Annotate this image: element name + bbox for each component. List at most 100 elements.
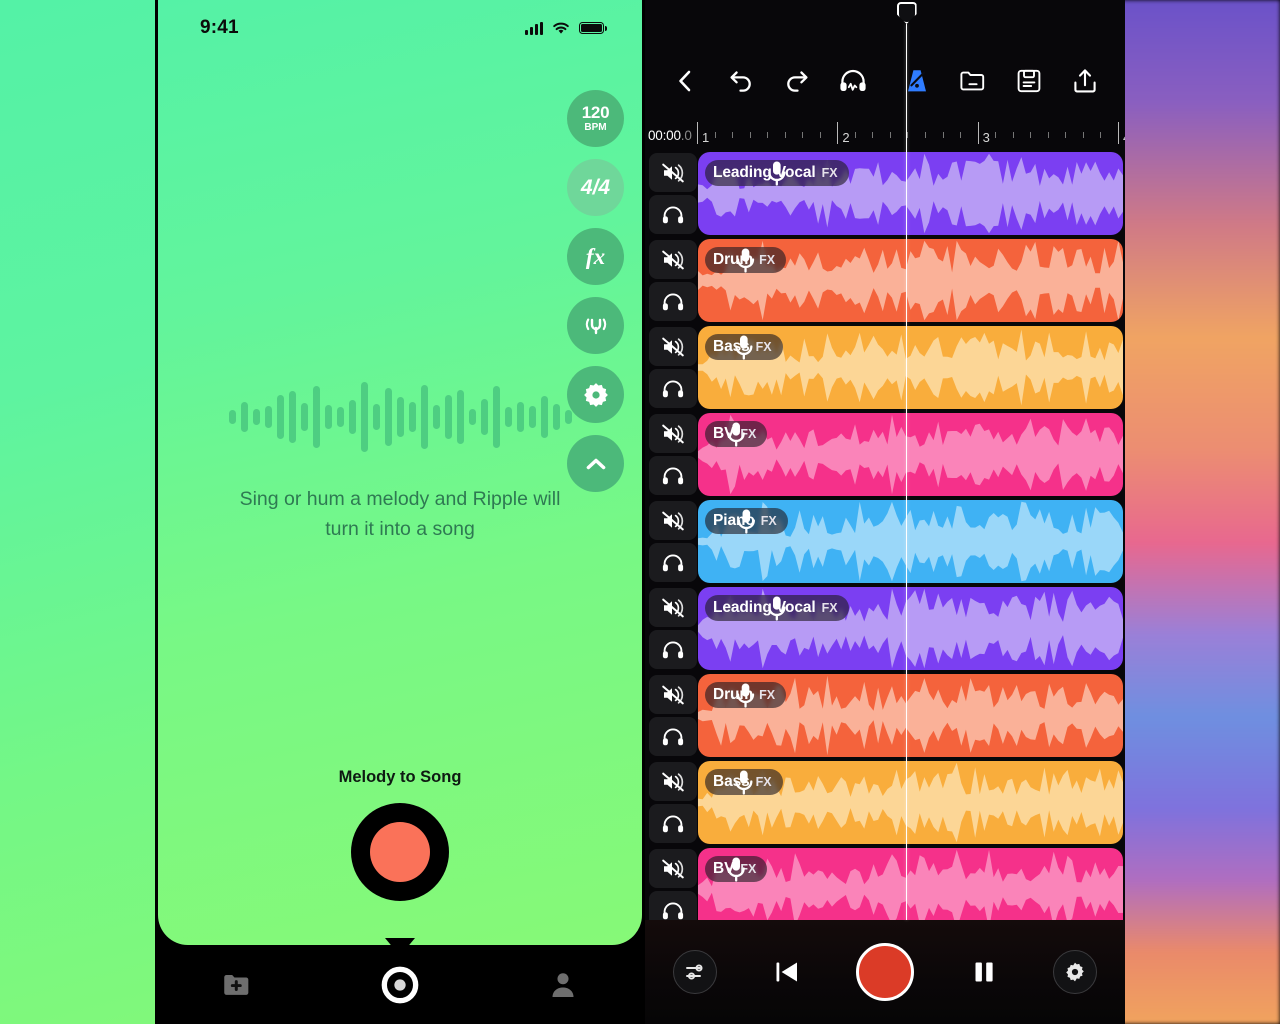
headphones-icon [662, 554, 684, 571]
audio-clip[interactable]: Drum FX [698, 674, 1123, 757]
pause-button[interactable] [962, 950, 1006, 994]
waveform-bar [408, 402, 416, 432]
clip-label[interactable]: BV FX [705, 421, 768, 447]
track-row: Drum FX [645, 237, 1125, 324]
open-project-button[interactable] [957, 65, 989, 97]
export-button[interactable] [1069, 65, 1101, 97]
track-controls [649, 762, 697, 843]
clip-label[interactable]: Leading Vocal FX [705, 595, 849, 621]
track-mute-button[interactable] [649, 849, 697, 888]
track-mute-button[interactable] [649, 327, 697, 366]
clip-label[interactable]: Bass FX [705, 334, 783, 360]
track-controls [649, 327, 697, 408]
clip-label[interactable]: Bass FX [705, 769, 783, 795]
waveform-bar [360, 382, 368, 452]
record-button[interactable] [351, 803, 449, 901]
headphones-monitor-icon [840, 69, 866, 91]
clip-label[interactable]: Piano FX [705, 508, 788, 534]
tab-new-project[interactable] [209, 957, 265, 1013]
timecode-main: 00:00 [648, 128, 681, 143]
track-solo-button[interactable] [649, 456, 697, 495]
bpm-value: 120 [581, 103, 610, 122]
melody-hero: Sing or hum a melody and Ripple will tur… [158, 382, 642, 544]
waveform-bar [444, 395, 452, 439]
rewind-to-start-button[interactable] [765, 950, 809, 994]
track-list: Leading Vocal FX Drum FX Bass FX BV FX Piano FX Le… [645, 150, 1125, 920]
speaker-mute-icon [662, 685, 684, 704]
track-mute-button[interactable] [649, 240, 697, 279]
track-mute-button[interactable] [649, 501, 697, 540]
waveform-bar [420, 385, 428, 449]
hero-prompt: Sing or hum a melody and Ripple will tur… [239, 488, 561, 540]
headphones-icon [662, 815, 684, 832]
cta-title: Melody to Song [338, 768, 462, 786]
vocal-tune-button[interactable] [567, 297, 624, 354]
speaker-mute-icon [662, 424, 684, 443]
audio-clip[interactable]: Bass FX [698, 326, 1123, 409]
track-solo-button[interactable] [649, 630, 697, 669]
melody-to-song-cta: Melody to Song [158, 768, 642, 901]
track-solo-button[interactable] [649, 195, 697, 234]
track-mute-button[interactable] [649, 762, 697, 801]
ruler-sub-tick [802, 132, 804, 138]
track-solo-button[interactable] [649, 282, 697, 321]
audio-clip[interactable]: Leading Vocal FX [698, 152, 1123, 235]
track-controls [649, 153, 697, 234]
time-signature-button[interactable]: 4/4 [567, 159, 624, 216]
phone-screen: 9:41 120 BPM 4/4 fx Sing or hum a melody… [158, 0, 642, 945]
tab-record[interactable] [372, 957, 428, 1013]
track-mute-button[interactable] [649, 675, 697, 714]
headphones-icon [662, 467, 684, 484]
tab-profile[interactable] [535, 957, 591, 1013]
timecode-fraction: .0 [680, 128, 692, 143]
audio-clip[interactable]: Bass FX [698, 761, 1123, 844]
track-solo-button[interactable] [649, 369, 697, 408]
track-mute-button[interactable] [649, 588, 697, 627]
track-controls [649, 849, 697, 920]
bpm-button[interactable]: 120 BPM [567, 90, 624, 147]
waveform-bar [528, 406, 536, 428]
audio-clip[interactable]: Piano FX [698, 500, 1123, 583]
undo-button[interactable] [725, 65, 757, 97]
audio-clip[interactable]: Drum FX [698, 239, 1123, 322]
track-row: Bass FX [645, 759, 1125, 846]
waveform-bar [336, 407, 344, 427]
ruler-bar-tick [1117, 122, 1119, 144]
clip-label[interactable]: Leading Vocal FX [705, 160, 849, 186]
save-button[interactable] [1013, 65, 1045, 97]
skip-back-icon [776, 962, 797, 982]
record-button[interactable] [856, 943, 914, 1001]
ruler-sub-tick [889, 132, 891, 138]
waveform-bar [384, 388, 392, 446]
daw-settings-button[interactable] [1053, 950, 1097, 994]
effects-button[interactable]: fx [567, 228, 624, 285]
clip-label[interactable]: Drum FX [705, 247, 787, 273]
back-button[interactable] [669, 65, 701, 97]
track-solo-button[interactable] [649, 891, 697, 920]
mixer-button[interactable] [673, 950, 717, 994]
waveform-bar [276, 395, 284, 439]
clip-label[interactable]: BV FX [705, 856, 768, 882]
track-solo-button[interactable] [649, 804, 697, 843]
track-solo-button[interactable] [649, 543, 697, 582]
audio-clip[interactable]: BV FX [698, 848, 1123, 920]
ruler-sub-tick [767, 132, 769, 138]
monitor-button[interactable] [837, 65, 869, 97]
waveform-bar [492, 386, 500, 448]
playhead-handle[interactable] [896, 2, 917, 24]
timeline-ruler[interactable]: 00:00.0 1 2 3 4 [645, 112, 1125, 146]
track-solo-button[interactable] [649, 717, 697, 756]
sliders-icon [686, 964, 703, 980]
clip-label[interactable]: Drum FX [705, 682, 787, 708]
audio-clip[interactable]: BV FX [698, 413, 1123, 496]
microphone-icon [768, 596, 786, 621]
track-controls [649, 240, 697, 321]
chevron-left-icon [679, 70, 691, 92]
redo-button[interactable] [781, 65, 813, 97]
ruler-bar-tick [697, 122, 698, 144]
track-mute-button[interactable] [649, 153, 697, 192]
track-mute-button[interactable] [649, 414, 697, 453]
speaker-mute-icon [662, 337, 684, 356]
waveform-bar [396, 397, 404, 437]
audio-clip[interactable]: Leading Vocal FX [698, 587, 1123, 670]
